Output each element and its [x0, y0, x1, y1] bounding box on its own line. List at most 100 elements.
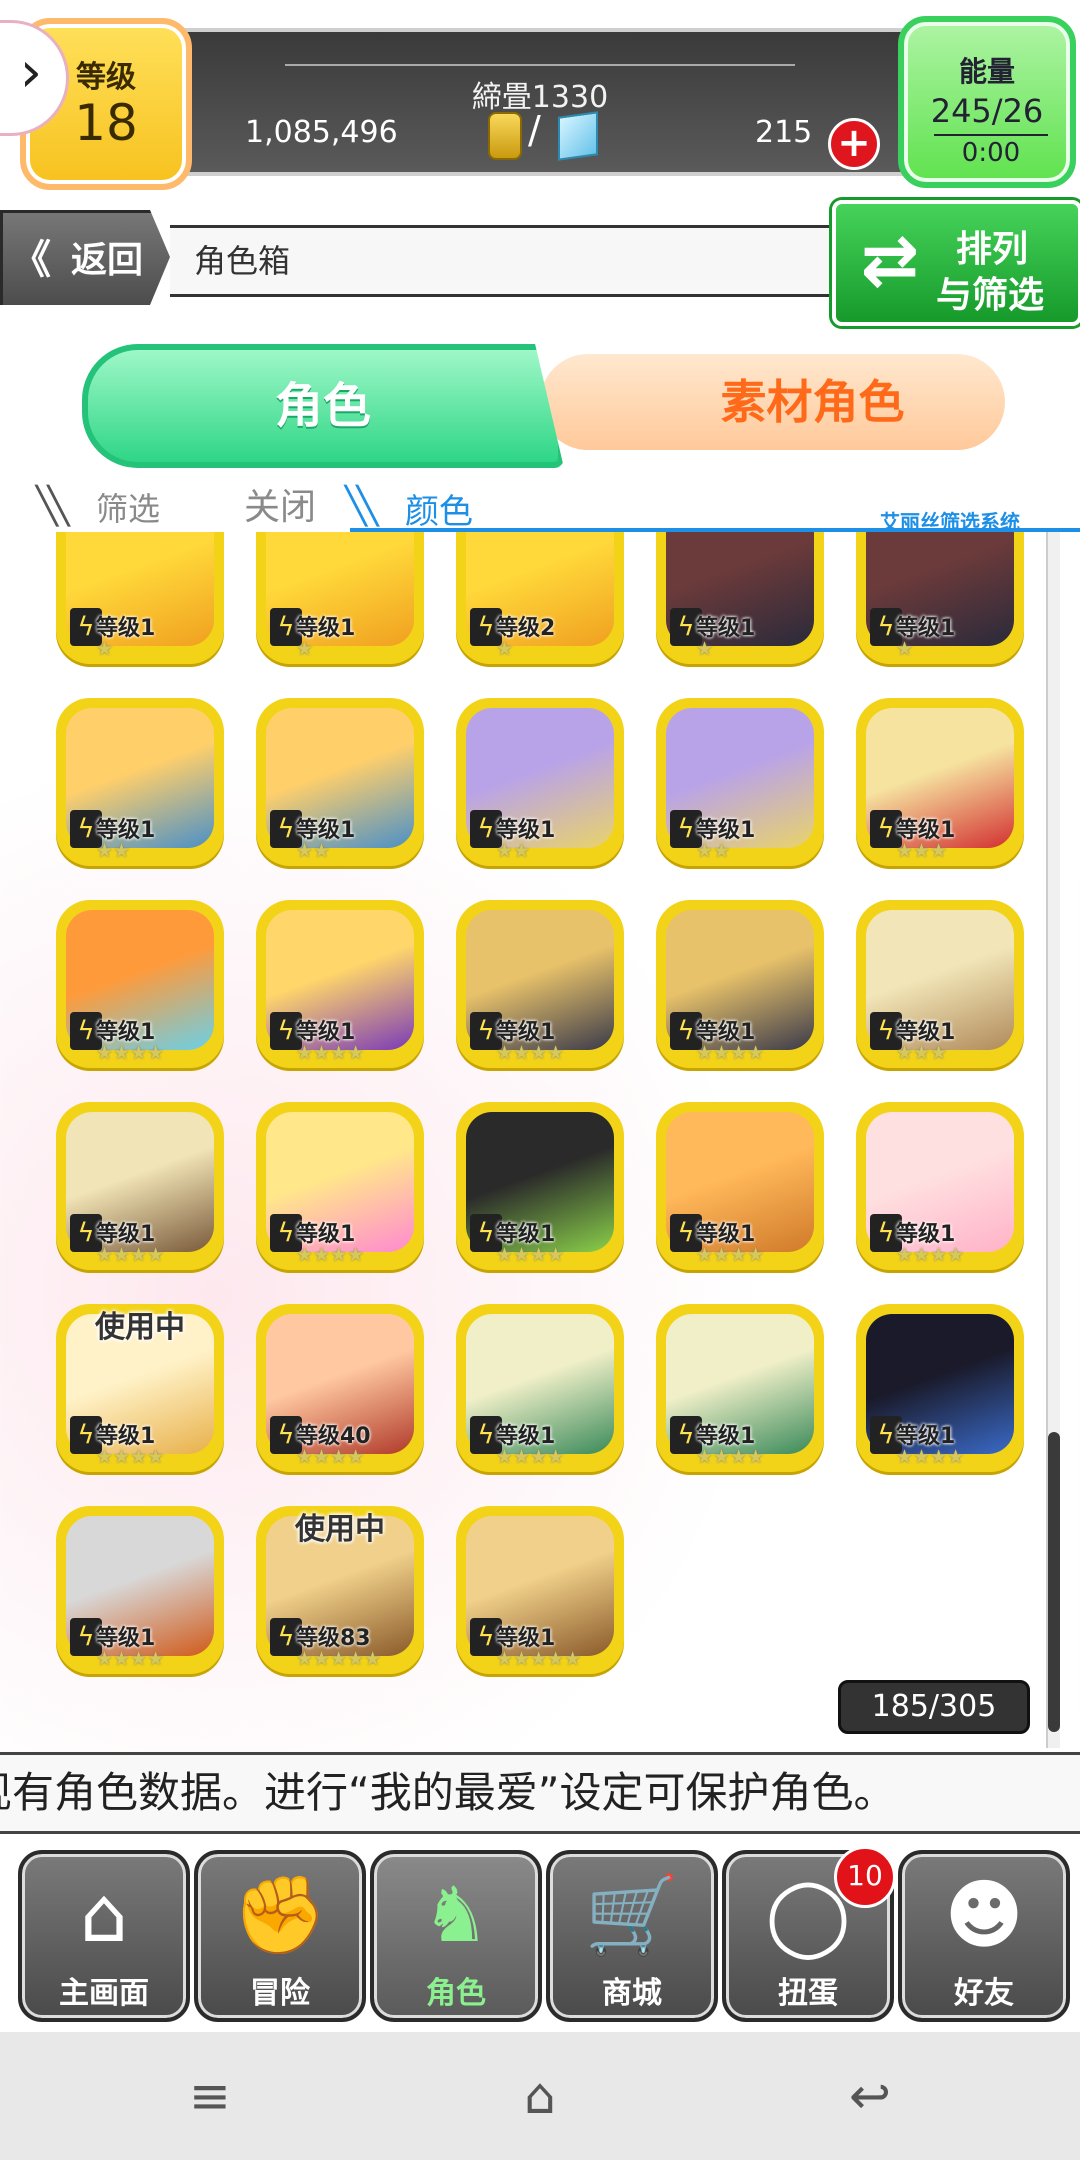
- filter-system-label: 艾丽丝筛选系统: [880, 510, 1020, 534]
- character-card[interactable]: ϟ 等级1 ★★★★: [856, 1304, 1024, 1472]
- character-rarity-stars: ★★: [296, 840, 331, 862]
- grid-scrollbar[interactable]: [1046, 532, 1060, 1748]
- character-card[interactable]: ϟ 等级1 ★★★: [856, 698, 1024, 866]
- nav-gacha-label: 扭蛋: [778, 1976, 838, 2011]
- character-card[interactable]: ϟ 等级1 ★★★★: [456, 1304, 624, 1472]
- character-rarity-stars: ★: [496, 638, 514, 660]
- character-rarity-stars: ★★★★: [496, 1244, 565, 1266]
- character-rarity-stars: ★★★★: [896, 1446, 965, 1468]
- character-card[interactable]: ϟ 等级1 ★★: [256, 698, 424, 866]
- character-rarity-stars: ★★★★: [96, 1648, 165, 1670]
- character-rarity-stars: ★★: [96, 840, 131, 862]
- character-rarity-stars: ★★★★: [496, 1042, 565, 1064]
- filter-label: 与筛选: [936, 275, 1045, 316]
- menu-icon[interactable]: ≡: [180, 2068, 240, 2124]
- nav-home-button[interactable]: ⌂ 主画面: [18, 1850, 190, 2022]
- tab-characters[interactable]: 角色: [82, 344, 564, 468]
- scroll-thumb[interactable]: [1048, 1432, 1060, 1732]
- character-rarity-stars: ★: [96, 638, 114, 660]
- character-rarity-stars: ★★★★: [296, 1042, 365, 1064]
- character-card[interactable]: ϟ 等级1 ★: [856, 532, 1024, 664]
- character-grid[interactable]: ϟ 等级1 ★ ϟ 等级1 ★ ϟ 等级2 ★ ϟ 等级1 ★ ϟ 等级1 ★ ϟ 等级1 ★★ ϟ 等级1 ★★ ϟ 等级…: [0, 532, 1060, 1748]
- nav-home-label: 主画面: [59, 1976, 149, 2011]
- character-rarity-stars: ★: [296, 638, 314, 660]
- nav-friends-label: 好友: [954, 1976, 1014, 2011]
- character-card[interactable]: ϟ 等级1 ★★: [656, 698, 824, 866]
- coin-icon: [488, 112, 522, 160]
- character-card[interactable]: ϟ 等级2 ★: [456, 532, 624, 664]
- character-rarity-stars: ★★★★: [496, 1446, 565, 1468]
- character-card[interactable]: ϟ 等级1 ★★★★: [256, 1102, 424, 1270]
- nav-characters-label: 角色: [426, 1976, 486, 2011]
- filter-off-toggle[interactable]: 关闭: [244, 478, 316, 530]
- color-filter-toggle[interactable]: 颜色: [405, 484, 473, 533]
- bunny-swap-icon: ⇄: [860, 219, 920, 301]
- character-card[interactable]: ϟ 等级1 ★★★★: [56, 900, 224, 1068]
- character-card[interactable]: ϟ 等级1 ★★★★: [656, 1304, 824, 1472]
- character-card[interactable]: ϟ 等级1 ★★: [56, 698, 224, 866]
- character-rarity-stars: ★★★★: [96, 1042, 165, 1064]
- energy-label: 能量: [958, 55, 1015, 88]
- sort-filter-button[interactable]: ⇄ 排列 与筛选: [832, 200, 1080, 326]
- nav-shop-label: 商城: [602, 1976, 662, 2011]
- character-card[interactable]: ϟ 等级1 ★: [256, 532, 424, 664]
- character-rarity-stars: ★★★★: [696, 1042, 765, 1064]
- character-rarity-stars: ★: [696, 638, 714, 660]
- character-card[interactable]: ϟ 等级1 ★★★★★: [456, 1506, 624, 1674]
- in-use-label: 使用中: [95, 1310, 185, 1345]
- character-card[interactable]: ϟ 等级1 ★★★★: [656, 900, 824, 1068]
- bunny-icon: ♞: [421, 1870, 491, 1959]
- handshake-icon: ✊: [232, 1870, 328, 1959]
- nav-shop-button[interactable]: 🛒 商城: [546, 1850, 718, 2022]
- character-rarity-stars: ★★★★: [96, 1244, 165, 1266]
- filter-bar: ╲╲ 筛选 关闭 ╲╲ 颜色 艾丽丝筛选系统: [0, 478, 1080, 534]
- sort-label: 排列: [956, 229, 1029, 270]
- character-rarity-stars: ★★: [696, 840, 731, 862]
- filter-label: 筛选: [96, 490, 161, 528]
- in-use-label: 使用中: [295, 1512, 385, 1547]
- nav-adventure-label: 冒险: [250, 1976, 310, 2011]
- character-count: 185/305: [838, 1680, 1030, 1734]
- bottom-nav: ⌂ 主画面 ✊ 冒险 ♞ 角色 🛒 商城 ◯ 扭蛋 ☻ 好友 10: [0, 1832, 1080, 2032]
- character-rarity-stars: ★★: [496, 840, 531, 862]
- filter-stripes-icon: ╲╲: [36, 486, 70, 527]
- character-rarity-stars: ★★★★: [296, 1446, 365, 1468]
- back-icon[interactable]: ↩: [840, 2068, 900, 2124]
- character-rarity-stars: ★★★: [896, 1042, 948, 1064]
- character-card[interactable]: ϟ 等级1 ★★★★: [656, 1102, 824, 1270]
- tab-material-characters[interactable]: 素材角色: [540, 354, 1005, 450]
- character-rarity-stars: ★★★★: [696, 1244, 765, 1266]
- nav-adventure-button[interactable]: ✊ 冒险: [194, 1850, 366, 2022]
- gem-icon: [558, 111, 598, 161]
- character-rarity-stars: ★★★★: [96, 1446, 165, 1468]
- character-card[interactable]: ϟ 等级1 ★★★★: [56, 1506, 224, 1674]
- character-card[interactable]: ϟ 等级1 ★: [56, 532, 224, 664]
- character-card[interactable]: ϟ 等级1 ★★: [456, 698, 624, 866]
- currency-separator: /: [528, 108, 541, 152]
- nav-friends-button[interactable]: ☻ 好友: [898, 1850, 1070, 2022]
- character-rarity-stars: ★★★: [896, 840, 948, 862]
- page-title: 角色箱: [170, 225, 874, 297]
- character-card[interactable]: ϟ 等级1 ★★★★: [456, 1102, 624, 1270]
- nav-characters-button[interactable]: ♞ 角色: [370, 1850, 542, 2022]
- character-card[interactable]: ϟ 等级1 ★★★★: [456, 900, 624, 1068]
- energy-timer: 0:00: [934, 134, 1048, 168]
- home-icon[interactable]: ⌂: [510, 2068, 570, 2124]
- back-label: 返回: [71, 240, 144, 281]
- info-ticker: 现有角色数据。进行“我的最爱”设定可保护角色。: [0, 1752, 1080, 1834]
- energy-value: 245/26: [930, 92, 1044, 130]
- character-card[interactable]: ϟ 等级1 ★★★★: [256, 900, 424, 1068]
- character-card[interactable]: ϟ 等级1 ★★★★: [56, 1102, 224, 1270]
- character-card[interactable]: ϟ 等级1 ★★★★ 使用中: [56, 1304, 224, 1472]
- character-card[interactable]: ϟ 等级1 ★: [656, 532, 824, 664]
- character-card[interactable]: ϟ 等级1 ★★★: [856, 900, 1024, 1068]
- energy-badge[interactable]: 能量 245/26 0:00: [898, 16, 1076, 188]
- back-button[interactable]: 《 返回: [0, 210, 170, 305]
- add-gem-button[interactable]: +: [828, 118, 880, 170]
- tab-material-label: 素材角色: [720, 375, 905, 429]
- character-card[interactable]: ϟ 等级1 ★★★★: [856, 1102, 1024, 1270]
- character-card[interactable]: ϟ 等级40 ★★★★: [256, 1304, 424, 1472]
- character-rarity-stars: ★★★★: [896, 1244, 965, 1266]
- friends-icon: ☻: [944, 1870, 1024, 1959]
- character-card[interactable]: ϟ 等级83 ★★★★★ 使用中: [256, 1506, 424, 1674]
